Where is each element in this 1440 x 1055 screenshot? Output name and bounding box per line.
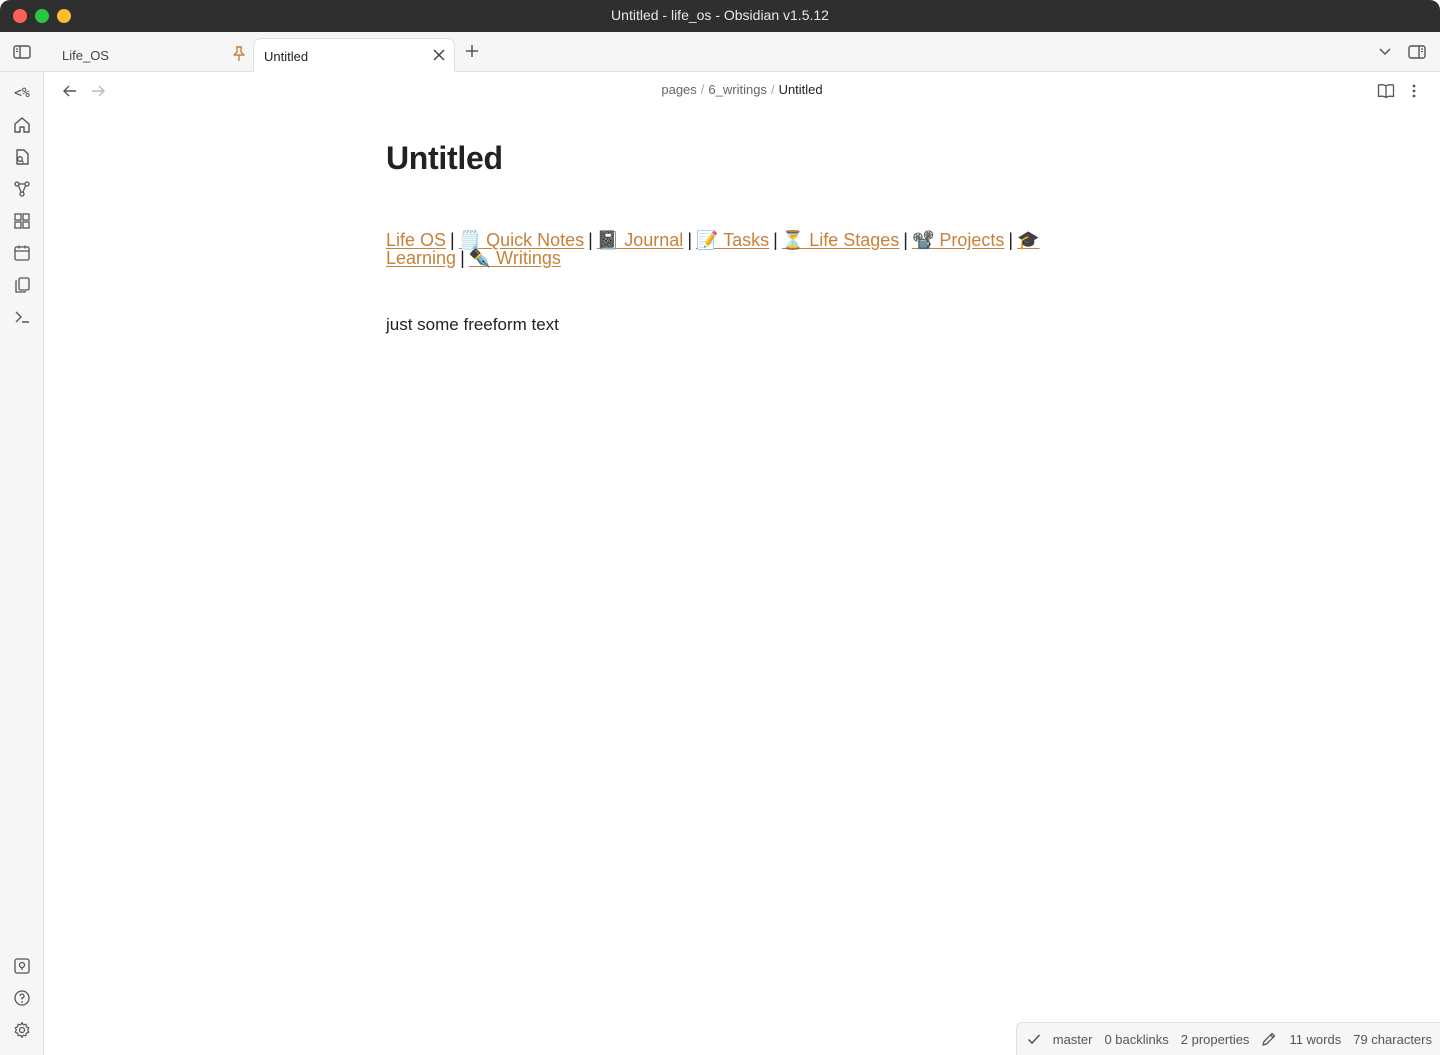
help-icon[interactable] (12, 988, 32, 1008)
status-bar: master 0 backlinks 2 properties 11 words… (1015, 1022, 1440, 1055)
link-separator: | (1008, 230, 1014, 250)
tab-untitled[interactable]: Untitled (253, 38, 455, 73)
toggle-left-sidebar-icon[interactable] (13, 44, 31, 60)
backlinks-count[interactable]: 0 backlinks (1104, 1032, 1168, 1047)
git-branch[interactable]: master (1053, 1032, 1093, 1047)
link-separator: | (903, 230, 908, 250)
word-count: 11 words (1289, 1031, 1342, 1047)
link-tasks[interactable]: 📝 Tasks (696, 230, 769, 250)
link-separator: | (773, 230, 778, 250)
home-icon[interactable] (12, 115, 32, 135)
toggle-right-sidebar-icon[interactable] (1408, 44, 1426, 60)
editor-pane: pages /6_writings / Untitled Untitled Life … (44, 72, 1440, 1055)
sync-check-icon[interactable] (1027, 1033, 1041, 1045)
tab-bar: Life_OS Untitled (0, 32, 1440, 73)
title-bar: Untitled - life_os - Obsidian v1.5.12 (0, 0, 1440, 32)
properties-count[interactable]: 2 properties (1181, 1032, 1250, 1047)
terminal-icon[interactable] (12, 307, 32, 327)
note-title[interactable]: Untitled (386, 140, 1098, 177)
new-tab-icon[interactable] (464, 43, 480, 59)
tab-list-chevron-down-icon[interactable] (1376, 44, 1394, 60)
link-separator: | (450, 230, 455, 250)
breadcrumb-current[interactable]: Untitled (779, 82, 823, 97)
note-body-text[interactable]: just some freeform text (386, 315, 1098, 335)
breadcrumb-separator: / (700, 82, 705, 97)
link-journal[interactable]: 📓 Journal (597, 230, 683, 250)
settings-icon[interactable] (12, 1020, 32, 1040)
more-options-icon[interactable] (1405, 82, 1423, 100)
tab-label: Untitled (264, 48, 309, 64)
breadcrumb-item-6-writings[interactable]: 6_writings (708, 82, 767, 97)
link-separator: | (460, 248, 465, 268)
breadcrumb-separator: / (770, 82, 775, 97)
vault-icon[interactable] (12, 956, 32, 976)
templater-icon[interactable]: <% (12, 83, 32, 103)
navigation-links: Life OS | 🗒️ Quick Notes | 📓 Journal | 📝 Tasks… (386, 231, 1098, 267)
file-search-icon[interactable] (12, 147, 32, 167)
copy-icon[interactable] (12, 275, 32, 295)
pin-icon[interactable] (232, 46, 246, 62)
tab-life-os[interactable]: Life_OS (52, 38, 252, 72)
character-count: 79 characters (1353, 1031, 1432, 1047)
window-title: Untitled - life_os - Obsidian v1.5.12 (611, 7, 829, 23)
graph-icon[interactable] (12, 179, 32, 199)
link-life-os[interactable]: Life OS (386, 230, 446, 250)
close-tab-icon[interactable] (432, 48, 446, 62)
link-quick-notes[interactable]: 🗒️ Quick Notes (459, 230, 584, 250)
dashboard-icon[interactable] (12, 211, 32, 231)
link-separator: | (687, 230, 692, 250)
link-writings[interactable]: ✒️ Writings (469, 248, 561, 268)
link-life-stages[interactable]: ⏳ Life Stages (782, 230, 899, 250)
link-projects[interactable]: 📽️ Projects (912, 230, 1004, 250)
reading-view-book-icon[interactable] (1377, 82, 1395, 100)
breadcrumb: pages /6_writings / Untitled (44, 82, 1440, 97)
editing-mode-pencil-icon[interactable] (1261, 1031, 1277, 1047)
tab-label: Life_OS (62, 47, 109, 63)
calendar-icon[interactable] (12, 243, 32, 263)
link-separator: | (588, 230, 593, 250)
left-ribbon: <% (0, 72, 44, 1055)
breadcrumb-item-pages[interactable]: pages (661, 82, 696, 97)
note-document: Untitled Life OS | 🗒️ Quick Notes | 📓 Journa… (386, 140, 1098, 335)
